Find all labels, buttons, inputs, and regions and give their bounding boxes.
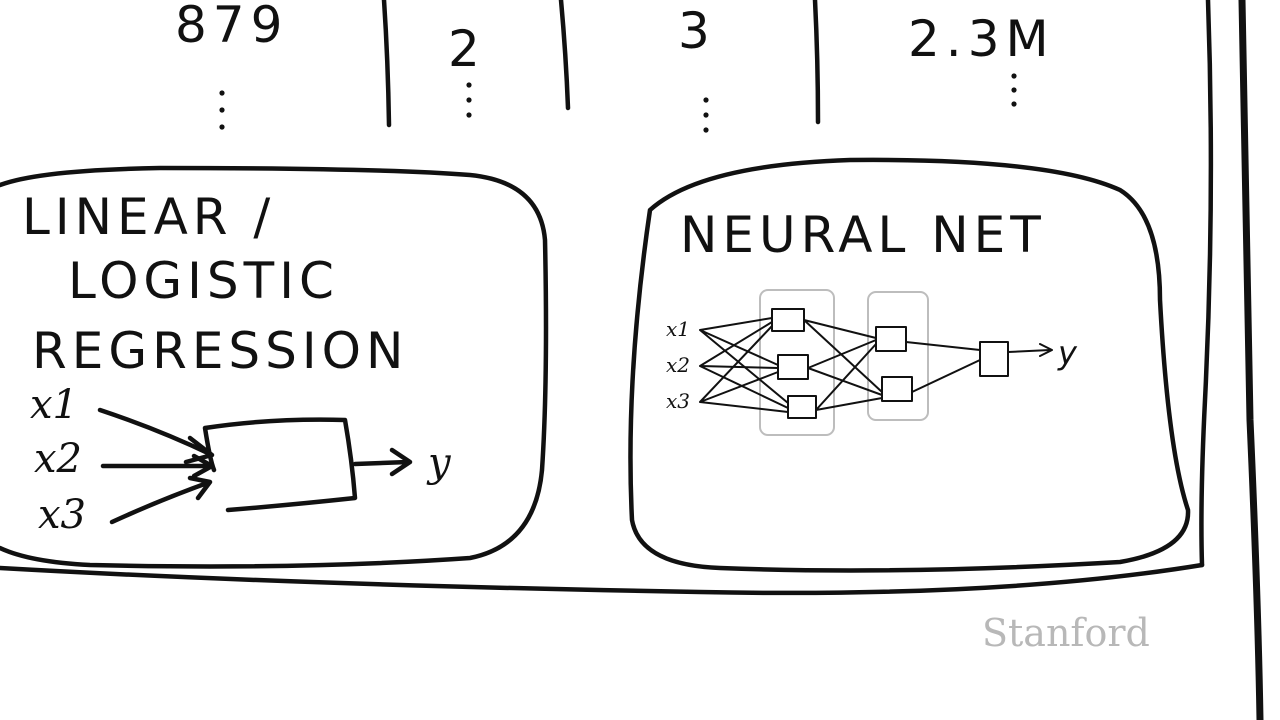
linear-input-x3: x3 xyxy=(38,492,86,538)
linear-input-x2: x2 xyxy=(34,436,82,482)
column-divider-1 xyxy=(381,0,392,128)
arrow-x2 xyxy=(100,453,215,479)
frame-bottom-edge xyxy=(0,562,1205,596)
frame-right-edge xyxy=(1199,0,1214,568)
arrow-output xyxy=(352,447,413,477)
ellipsis-col-4 xyxy=(1011,73,1017,107)
stanford-watermark: Stanford xyxy=(982,611,1150,655)
nn-input-x3: x3 xyxy=(666,389,690,413)
nn-hidden2-node-2 xyxy=(881,376,913,402)
linear-output-y: y xyxy=(426,440,452,486)
ellipsis-col-2 xyxy=(466,82,472,118)
value-879: 879 xyxy=(175,0,288,54)
linear-input-x1: x1 xyxy=(30,382,78,428)
linear-model-box xyxy=(202,417,358,513)
value-2-3m: 2.3M xyxy=(908,10,1055,68)
sketch-canvas: 879 2 3 2.3M LINEAR / LOGISTIC REGRESSIO… xyxy=(0,0,1264,720)
nn-hidden1-node-1 xyxy=(771,308,805,332)
nn-output-y: y xyxy=(1057,334,1078,372)
nn-hidden2-node-1 xyxy=(875,326,907,352)
ellipsis-col-1 xyxy=(219,90,225,130)
column-divider-3 xyxy=(812,0,821,125)
linear-title-line-1: LINEAR / xyxy=(22,188,275,246)
nn-output-node xyxy=(979,341,1009,377)
whiteboard-sketch: 879 2 3 2.3M LINEAR / LOGISTIC REGRESSIO… xyxy=(0,0,1280,720)
linear-regression-box: LINEAR / LOGISTIC REGRESSION x1 x2 x3 y xyxy=(0,165,549,569)
nn-hidden1-node-2 xyxy=(777,354,809,380)
nn-input-x2: x2 xyxy=(666,353,690,377)
neural-net-box: NEURAL NET x1 x2 x3 y xyxy=(628,157,1191,573)
linear-title-line-3: REGRESSION xyxy=(32,322,408,380)
column-divider-2 xyxy=(558,0,571,111)
nn-hidden1-node-3 xyxy=(787,395,817,419)
value-3: 3 xyxy=(678,2,716,60)
value-2: 2 xyxy=(448,20,486,78)
ellipsis-col-3 xyxy=(703,97,709,133)
linear-title-line-2: LOGISTIC xyxy=(68,252,339,310)
arrow-x3 xyxy=(109,475,213,525)
neural-title: NEURAL NET xyxy=(680,206,1046,264)
nn-input-x1: x1 xyxy=(666,317,690,341)
page-edge-right xyxy=(1238,0,1264,720)
